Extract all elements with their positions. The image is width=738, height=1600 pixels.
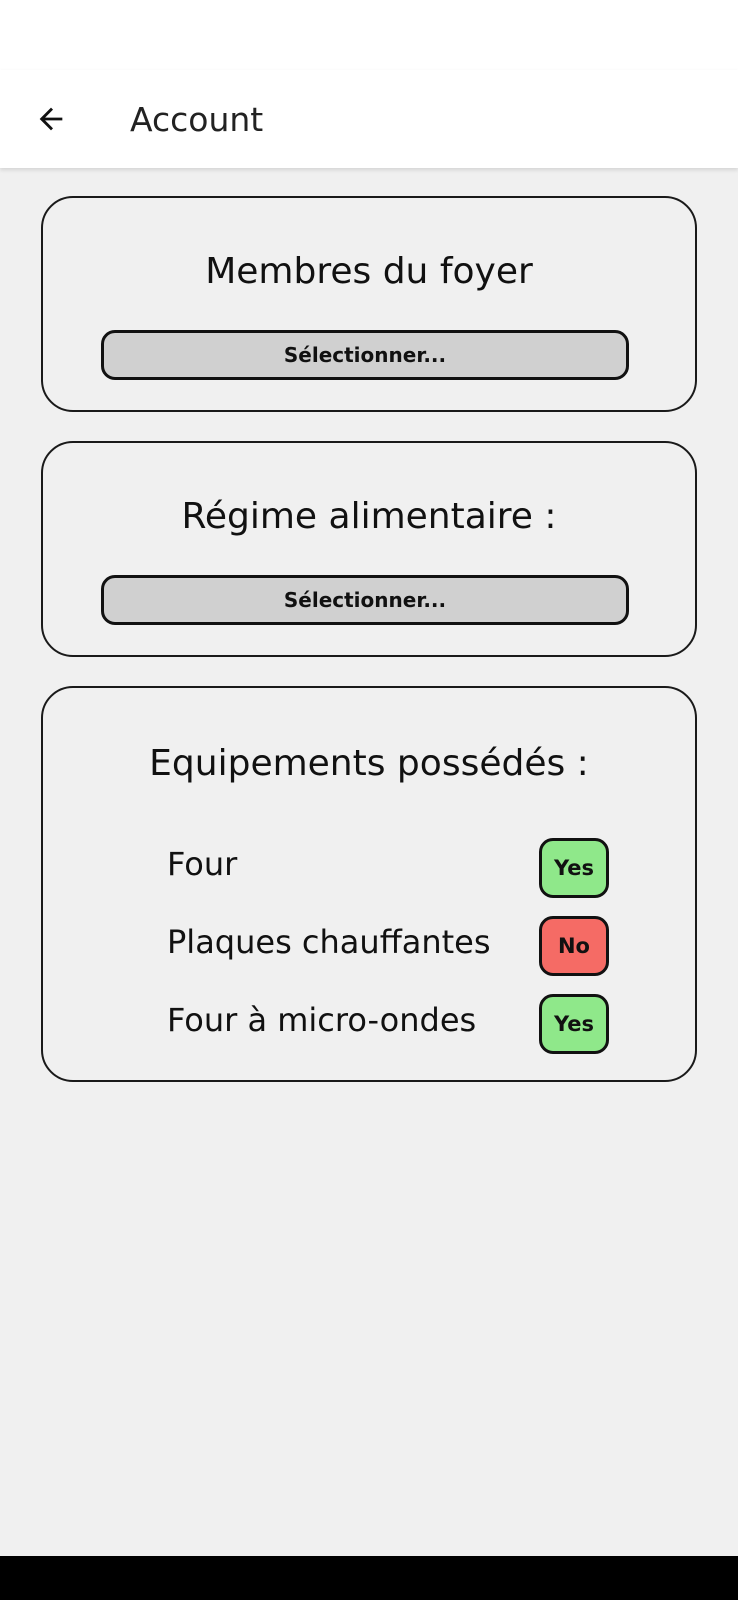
equipment-row-plaques: Plaques chauffantes No bbox=[167, 916, 617, 976]
system-navigation-bar bbox=[0, 1556, 738, 1600]
equipment-toggle-micro-ondes[interactable]: Yes bbox=[539, 994, 609, 1054]
arrow-left-icon bbox=[39, 107, 63, 131]
household-members-card: Membres du foyer Sélectionner... bbox=[41, 196, 697, 412]
diet-card: Régime alimentaire : Sélectionner... bbox=[41, 441, 697, 657]
diet-title: Régime alimentaire : bbox=[181, 496, 557, 537]
equipment-toggle-four[interactable]: Yes bbox=[539, 838, 609, 898]
equipment-label: Four à micro-ondes bbox=[167, 1001, 477, 1039]
equipment-label: Four bbox=[167, 845, 238, 883]
household-members-select-button[interactable]: Sélectionner... bbox=[101, 330, 629, 380]
household-members-title: Membres du foyer bbox=[205, 251, 533, 292]
equipment-row-four: Four Yes bbox=[167, 838, 617, 898]
equipment-card: Equipements possédés : Four Yes Plaques … bbox=[41, 686, 697, 1082]
equipment-toggle-plaques[interactable]: No bbox=[539, 916, 609, 976]
diet-select-button[interactable]: Sélectionner... bbox=[101, 575, 629, 625]
equipment-row-micro-ondes: Four à micro-ondes Yes bbox=[167, 994, 617, 1054]
equipment-label: Plaques chauffantes bbox=[167, 923, 491, 961]
app-bar: Account bbox=[0, 70, 738, 168]
equipment-title: Equipements possédés : bbox=[149, 743, 589, 784]
status-bar bbox=[0, 0, 738, 70]
back-button[interactable] bbox=[28, 96, 74, 142]
page-title: Account bbox=[130, 100, 264, 139]
